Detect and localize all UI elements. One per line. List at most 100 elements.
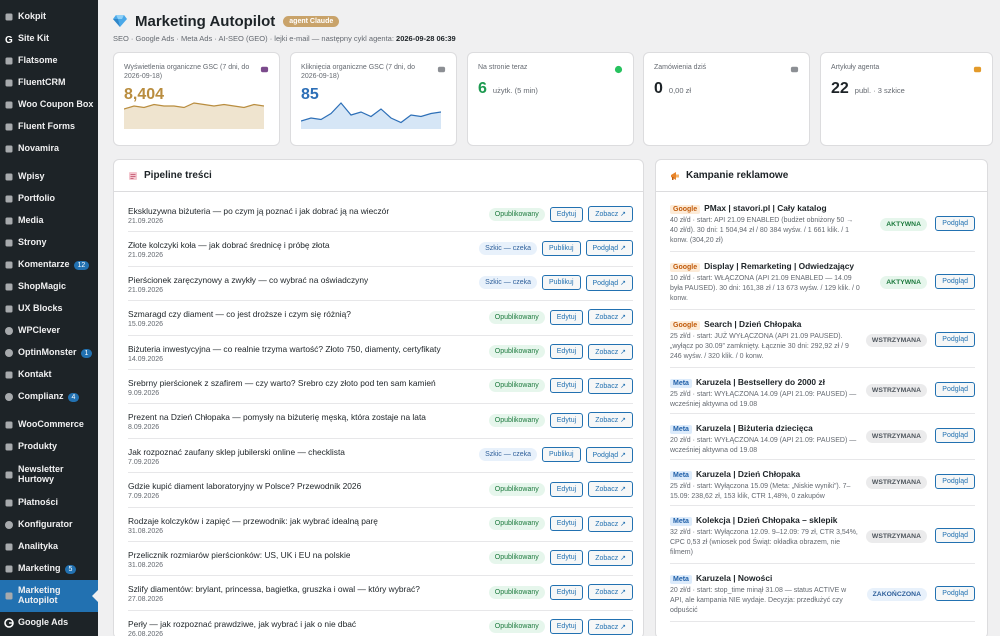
preview-button[interactable]: Podgląd ↗: [585, 446, 633, 463]
preview-button[interactable]: Podgląd: [935, 428, 975, 443]
sidebar-item-complianz[interactable]: Complianz 4: [0, 386, 98, 408]
article-title[interactable]: Szlify diamentów: brylant, princessa, ba…: [128, 584, 420, 594]
edit-button[interactable]: Edytuj: [549, 619, 584, 635]
sidebar-item-optinmonster[interactable]: OptinMonster 1: [0, 342, 98, 364]
article-title[interactable]: Gdzie kupić diament laboratoryjny w Pols…: [128, 481, 361, 491]
sidebar-item-newsletter-hurtowy[interactable]: Newsletter Hurtowy: [0, 458, 98, 492]
sidebar-item-marketing-autopilot[interactable]: Marketing Autopilot: [0, 580, 98, 612]
publish-button[interactable]: Publikuj: [541, 447, 581, 463]
preview-button[interactable]: Podgląd: [935, 332, 975, 347]
sidebar-item-produkty[interactable]: Produkty: [0, 436, 98, 458]
sidebar-item-label: Analityka: [18, 541, 59, 552]
edit-button[interactable]: Edytuj: [549, 584, 584, 600]
edit-button[interactable]: Edytuj: [549, 206, 584, 222]
preview-button[interactable]: Podgląd: [935, 274, 975, 289]
article-title[interactable]: Prezent na Dzień Chłopaka — pomysły na b…: [128, 412, 426, 422]
view-button[interactable]: Zobacz ↗: [588, 377, 633, 394]
sidebar-item-analityka[interactable]: Analityka: [0, 536, 98, 558]
sidebar-item-wpisy[interactable]: Wpisy: [0, 166, 98, 188]
publish-button[interactable]: Publikuj: [541, 275, 581, 291]
article-title[interactable]: Rodzaje kolczyków i zapięć — przewodnik:…: [128, 516, 378, 526]
view-button[interactable]: Zobacz ↗: [588, 412, 633, 429]
edit-button[interactable]: Edytuj: [549, 378, 584, 394]
view-button[interactable]: Zobacz ↗: [588, 206, 633, 222]
sidebar-item-media[interactable]: Media: [0, 210, 98, 232]
preview-button[interactable]: Podgląd ↗: [585, 240, 633, 257]
preview-button[interactable]: Podgląd: [935, 528, 975, 543]
view-button[interactable]: Zobacz ↗: [588, 481, 633, 498]
edit-button[interactable]: Edytuj: [549, 516, 584, 532]
sidebar-item-google-ads[interactable]: Google Ads: [0, 612, 98, 634]
sidebar-item-shopmagic[interactable]: ShopMagic: [0, 276, 98, 298]
article-title[interactable]: Przelicznik rozmiarów pierścionków: US, …: [128, 550, 350, 560]
preview-button[interactable]: Podgląd ↗: [585, 274, 633, 291]
edit-button[interactable]: Edytuj: [549, 550, 584, 566]
preview-button[interactable]: Podgląd: [935, 586, 975, 601]
sidebar-item-konfigurator[interactable]: Konfigurator: [0, 514, 98, 536]
sidebar-item-label: Newsletter Hurtowy: [18, 464, 64, 484]
view-button[interactable]: Zobacz ↗: [588, 515, 633, 532]
sidebar-item-fluent-forms[interactable]: Fluent Forms: [0, 116, 98, 138]
sidebar-item-novamira[interactable]: Novamira: [0, 138, 98, 160]
sidebar-item-woo-coupon-box[interactable]: Woo Coupon Box: [0, 94, 98, 116]
sidebar-item-fluentcrm[interactable]: FluentCRM: [0, 72, 98, 94]
view-button[interactable]: Zobacz ↗: [588, 309, 633, 326]
preview-button[interactable]: Podgląd: [935, 382, 975, 397]
article-title[interactable]: Złote kolczyki koła — jak dobrać średnic…: [128, 240, 330, 250]
table-row: Srebrny pierścionek z szafirem — czy war…: [128, 370, 633, 405]
publish-button[interactable]: Publikuj: [541, 240, 581, 256]
platform-badge: Meta: [670, 517, 692, 526]
sidebar-item-woocommerce[interactable]: WooCommerce: [0, 414, 98, 436]
article-date: 21.09.2026: [128, 286, 164, 294]
edit-button[interactable]: Edytuj: [549, 309, 584, 325]
article-date: 27.08.2026: [128, 596, 164, 604]
article-title[interactable]: Biżuteria inwestycyjna — co realnie trzy…: [128, 344, 441, 354]
article-title[interactable]: Jak rozpoznać zaufany sklep jubilerski o…: [128, 447, 345, 457]
sidebar-item-marketing[interactable]: Marketing 5: [0, 558, 98, 580]
sidebar-item-label: WPClever: [18, 325, 61, 336]
view-button[interactable]: Zobacz ↗: [588, 584, 633, 601]
campaign-status-badge: WSTRZYMANA: [865, 384, 927, 397]
table-row: Biżuteria inwestycyjna — co realnie trzy…: [128, 336, 633, 370]
campaign-row: Google PMax | stavori.pl | Cały katalog 40…: [670, 194, 975, 252]
kpi-unit: 0,00 zł: [668, 86, 692, 96]
sidebar-item-label: Kontakt: [18, 369, 52, 380]
article-title[interactable]: Srebrny pierścionek z szafirem — czy war…: [128, 378, 436, 388]
article-title[interactable]: Ekskluzywna biżuteria — po czym ją pozna…: [128, 206, 389, 216]
campaign-status-badge: AKTYWNA: [880, 218, 927, 231]
sidebar-item-flatsome[interactable]: Flatsome: [0, 50, 98, 72]
preview-button[interactable]: Podgląd: [935, 474, 975, 489]
sidebar-item-ux-blocks[interactable]: UX Blocks: [0, 298, 98, 320]
payments-icon: [4, 498, 14, 508]
article-title[interactable]: Pierścionek zaręczynowy a zwykły — co wy…: [128, 275, 368, 285]
article-date: 7.09.2026: [128, 458, 160, 466]
dashboard-icon: [4, 12, 14, 22]
edit-button[interactable]: Edytuj: [549, 344, 584, 360]
kpi-unit: publ. · 3 szkice: [854, 86, 905, 96]
sparkline: [124, 102, 264, 129]
sidebar-item-platnosci[interactable]: Płatności: [0, 492, 98, 514]
live-dot-icon: [614, 65, 623, 74]
kpi-label: Kliknięcia organiczne GSC (7 dni, do 202…: [301, 64, 416, 81]
edit-button[interactable]: Edytuj: [549, 481, 584, 497]
campaign-status-badge: WSTRZYMANA: [865, 476, 927, 489]
sidebar-badge: 1: [80, 348, 93, 358]
article-title[interactable]: Perły — jak rozpoznać prawdziwe, jak wyb…: [128, 619, 356, 629]
sidebar-item-wpclever[interactable]: WPClever: [0, 320, 98, 342]
sidebar-item-kokpit[interactable]: Kokpit: [0, 6, 98, 28]
campaign-status-badge: ZAKOŃCZONA: [866, 588, 927, 601]
view-button[interactable]: Zobacz ↗: [588, 343, 633, 360]
preview-button[interactable]: Podgląd: [935, 216, 975, 231]
sidebar-item-kontakt[interactable]: Kontakt: [0, 364, 98, 386]
view-button[interactable]: Zobacz ↗: [588, 549, 633, 566]
sidebar-item-strony[interactable]: Strony: [0, 232, 98, 254]
sidebar-item-komentarze[interactable]: Komentarze 12: [0, 254, 98, 276]
edit-button[interactable]: Edytuj: [549, 412, 584, 428]
sidebar-item-portfolio[interactable]: Portfolio: [0, 188, 98, 210]
article-title[interactable]: Szmaragd czy diament — co jest droższe i…: [128, 309, 351, 319]
table-row: Rodzaje kolczyków i zapięć — przewodnik:…: [128, 508, 633, 542]
google-ads-icon: [4, 618, 14, 628]
campaign-description: 25 zł/d · start: WYŁĄCZONA 14.09 (API 21…: [670, 391, 857, 409]
sidebar-item-site-kit[interactable]: G Site Kit: [0, 28, 98, 50]
view-button[interactable]: Zobacz ↗: [588, 618, 633, 635]
